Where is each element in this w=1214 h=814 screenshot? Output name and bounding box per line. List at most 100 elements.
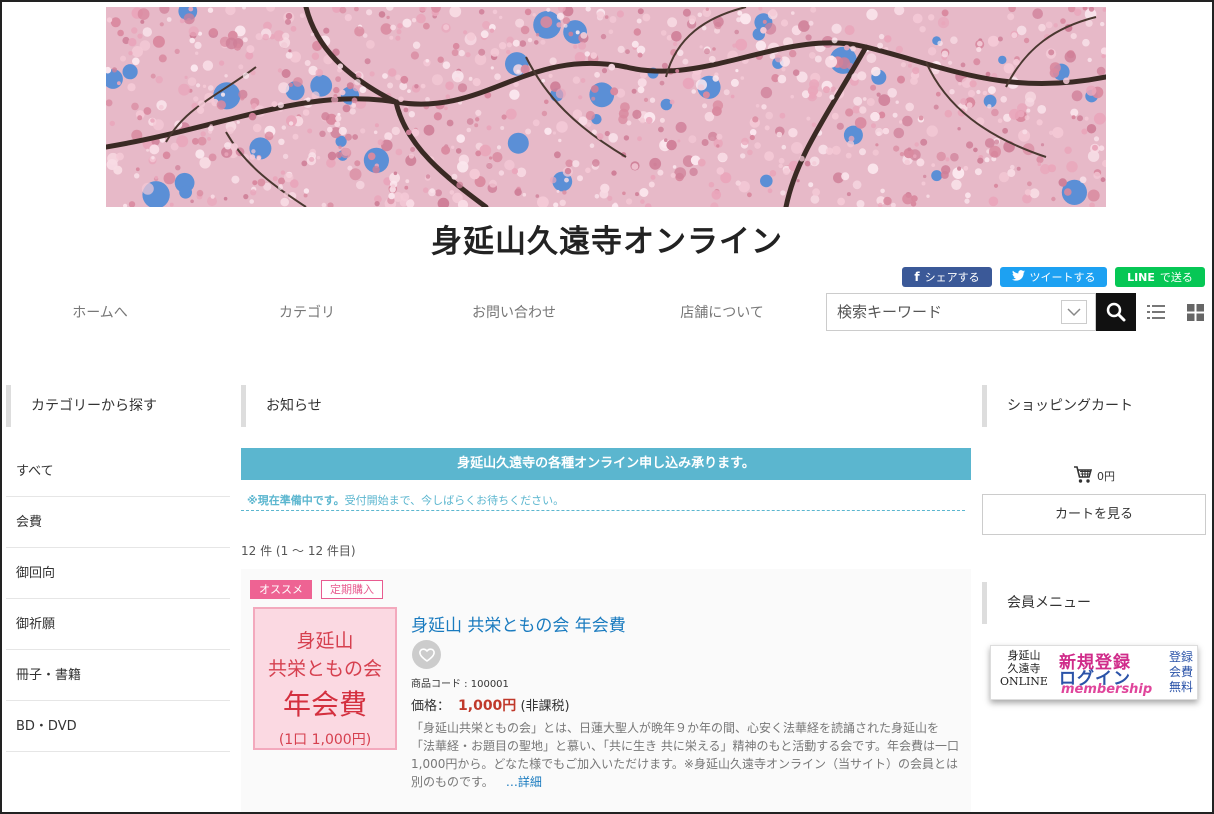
search-button[interactable] [1096, 293, 1136, 331]
blossom-dot [501, 114, 507, 120]
blossom-dot [664, 138, 668, 142]
blossom-dot [425, 97, 430, 102]
nav-about-store[interactable]: 店舗について [622, 302, 822, 322]
blossom-dot [791, 142, 803, 154]
blossom-dot [511, 168, 518, 175]
blossom-dot [717, 152, 728, 163]
blossom-dot [472, 78, 481, 87]
blossom-dot [846, 192, 851, 197]
blossom-dot [532, 13, 536, 17]
grid-view-button[interactable] [1185, 302, 1205, 322]
blossom-dot [843, 44, 850, 51]
blossom-dot [730, 78, 739, 87]
blossom-dot [541, 78, 545, 83]
blossom-dot [747, 192, 752, 198]
product-detail-link[interactable]: …詳細 [506, 775, 542, 789]
blossom-dot [1092, 144, 1098, 151]
view-cart-button[interactable]: カートを見る [982, 494, 1206, 535]
blossom-dot [697, 84, 705, 91]
blossom-dot [1024, 115, 1030, 121]
blossom-dot [141, 182, 154, 195]
blossom-dot [498, 42, 507, 50]
blossom-dot [339, 89, 346, 96]
blossom-dot [478, 9, 485, 15]
blossom-dot [741, 137, 749, 146]
facebook-share-button[interactable]: f シェアする [902, 267, 992, 287]
blossom-dot [1036, 119, 1043, 126]
nav-contact[interactable]: お問い合わせ [414, 302, 614, 322]
blossom-dot [781, 67, 786, 72]
blossom-dot [637, 52, 643, 58]
blossom-dot [250, 189, 257, 196]
blossom-dot [776, 131, 783, 138]
blossom-dot [850, 45, 856, 52]
blossom-dot [904, 159, 910, 166]
blossom-dot [1093, 112, 1106, 125]
category-item-membership-fee[interactable]: 会費 [6, 497, 230, 548]
blossom-dot [875, 127, 884, 136]
site-title[interactable]: 身延山久遠寺オンライン [2, 216, 1212, 261]
blossom-dot [966, 102, 973, 109]
blossom-dot [950, 152, 959, 162]
blossom-dot [590, 52, 597, 59]
search-input[interactable] [827, 294, 1053, 330]
blossom-dot [1071, 90, 1083, 102]
twitter-tweet-button[interactable]: ツイートする [1000, 267, 1107, 287]
line-brand-label: LINE [1127, 270, 1155, 284]
search-dropdown-toggle[interactable] [1061, 300, 1087, 324]
blossom-dot [708, 55, 716, 63]
blossom-dot [346, 82, 354, 90]
blossom-dot [534, 40, 539, 45]
blossom-dot [563, 23, 568, 28]
blossom-dot [774, 54, 783, 63]
blossom-dot [740, 13, 751, 25]
blossom-dot [809, 92, 816, 99]
blossom-dot [829, 55, 835, 61]
blossom-dot [423, 22, 430, 30]
nav-home[interactable]: ホームへ [2, 302, 200, 322]
blossom-dot [132, 57, 140, 66]
blossom-dot [395, 74, 401, 81]
blossom-dot [252, 123, 262, 133]
blossom-dot [223, 196, 228, 201]
sky-patch [179, 185, 192, 199]
list-view-button[interactable] [1146, 302, 1166, 322]
blossom-dot [829, 94, 835, 100]
category-item-prayer[interactable]: 御祈願 [6, 599, 230, 650]
blossom-dot [831, 112, 839, 120]
blossom-dot [831, 23, 842, 34]
blossom-dot [631, 88, 637, 94]
blossom-dot [288, 82, 293, 88]
blossom-dot [388, 192, 395, 200]
blossom-dot [406, 129, 412, 136]
category-item-bd-dvd[interactable]: BD・DVD [6, 701, 230, 752]
blossom-dot [131, 27, 138, 34]
blossom-dot [812, 161, 817, 166]
favorite-button[interactable] [412, 640, 441, 669]
product-title-link[interactable]: 身延山 共栄ともの会 年会費 [411, 611, 626, 636]
blossom-dot [788, 128, 798, 138]
category-item-memorial-service[interactable]: 御回向 [6, 548, 230, 599]
sky-patch [998, 55, 1007, 65]
blossom-dot [677, 139, 681, 143]
blossom-dot [327, 126, 333, 133]
blossom-dot [989, 145, 1001, 158]
blossom-dot [380, 23, 392, 35]
blossom-dot [1045, 21, 1053, 29]
blossom-dot [344, 133, 352, 141]
blossom-dot [1066, 161, 1078, 173]
blossom-dot [711, 190, 722, 200]
blossom-dot [540, 16, 553, 28]
blossom-dot [919, 26, 926, 33]
blossom-dot [458, 49, 465, 57]
blossom-dot [1048, 49, 1055, 56]
product-thumbnail[interactable]: 身延山 共栄ともの会 年会費 (1口 1,000円) [253, 607, 397, 750]
blossom-dot [374, 123, 379, 128]
line-send-button[interactable]: LINE で送る [1115, 267, 1205, 287]
nav-category[interactable]: カテゴリ [207, 302, 407, 322]
category-item-all[interactable]: すべて [6, 446, 230, 497]
blossom-dot [142, 27, 152, 37]
category-item-books[interactable]: 冊子・書籍 [6, 650, 230, 701]
blossom-dot [859, 106, 867, 114]
member-registration-banner[interactable]: 身延山 久遠寺 ONLINE 新規登録 ログイン membership 登録 会… [990, 645, 1198, 700]
